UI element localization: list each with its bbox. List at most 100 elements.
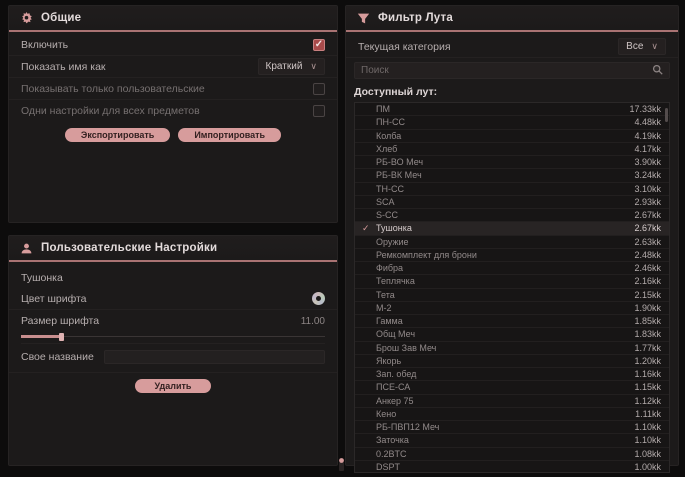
loot-list-item[interactable]: ✓ ТН-СС 3.10kk — [355, 183, 669, 196]
slider-fill — [21, 335, 61, 338]
selected-item-name: Тушонка — [9, 262, 337, 288]
loot-list-item[interactable]: ✓ Тета 2.15kk — [355, 289, 669, 302]
loot-list-item[interactable]: ✓ 0.2BTC 1.08kk — [355, 448, 669, 461]
loot-item-value: 1.77kk — [634, 343, 661, 353]
same-settings-checkbox[interactable] — [313, 105, 325, 117]
chevron-down-icon: ∨ — [651, 42, 658, 51]
show-name-row: Показать имя как Краткий ∨ — [9, 56, 337, 78]
funnel-icon — [356, 11, 370, 25]
loot-item-name: РБ-ВО Меч — [376, 157, 423, 167]
loot-item-value: 4.19kk — [634, 131, 661, 141]
loot-item-name: Брош Зав Меч — [376, 343, 436, 353]
loot-list-item[interactable]: ✓ Зап. обед 1.16kk — [355, 368, 669, 381]
slider-handle[interactable] — [59, 333, 64, 341]
loot-item-value: 2.15kk — [634, 290, 661, 300]
loot-list-item[interactable]: ✓ РБ-ВО Меч 3.90kk — [355, 156, 669, 169]
panel-general: Общие Включить ✓ Показать имя как Кратки… — [8, 5, 338, 223]
loot-list-item[interactable]: ✓ Брош Зав Меч 1.77kk — [355, 342, 669, 355]
export-button[interactable]: Экспортировать — [65, 128, 170, 142]
loot-item-name: S-CC — [376, 210, 398, 220]
enable-checkbox[interactable]: ✓ — [313, 39, 325, 51]
user-settings-title: Пользовательские Настройки — [41, 242, 217, 254]
font-size-value: 11.00 — [301, 316, 325, 327]
loot-item-value: 1.08kk — [634, 449, 661, 459]
loot-list-item[interactable]: ✓ ПСЕ-СА 1.15kk — [355, 381, 669, 394]
custom-name-row: Свое название — [9, 344, 337, 373]
loot-list-item[interactable]: ✓ Хлеб 4.17kk — [355, 143, 669, 156]
loot-list-item[interactable]: ✓ Фибра 2.46kk — [355, 262, 669, 275]
loot-list-item[interactable]: ✓ S-CC 2.67kk — [355, 209, 669, 222]
loot-list-item[interactable]: ✓ М-2 1.90kk — [355, 302, 669, 315]
loot-list-item[interactable]: ✓ Кено 1.11kk — [355, 408, 669, 421]
loot-item-name: Ремкомплект для брони — [376, 250, 477, 260]
loot-item-value: 1.16kk — [634, 369, 661, 379]
loot-item-value: 2.63kk — [634, 237, 661, 247]
same-settings-label: Одни настройки для всех предметов — [21, 105, 200, 117]
only-custom-checkbox[interactable] — [313, 83, 325, 95]
loot-item-name: ПН-СС — [376, 117, 405, 127]
check-icon: ✓ — [315, 40, 323, 50]
category-dropdown[interactable]: Все ∨ — [618, 38, 666, 55]
general-title: Общие — [41, 12, 81, 24]
loot-list-item[interactable]: ✓ Ремкомплект для брони 2.48kk — [355, 249, 669, 262]
loot-list-item[interactable]: ✓ Тушонка 2.67kk — [355, 222, 669, 235]
loot-list-item[interactable]: ✓ Якорь 1.20kk — [355, 355, 669, 368]
show-name-dropdown[interactable]: Краткий ∨ — [258, 58, 325, 75]
custom-name-input[interactable] — [104, 350, 325, 364]
loot-list-item[interactable]: ✓ ПМ 17.33kk — [355, 103, 669, 116]
loot-item-name: SCA — [376, 197, 395, 207]
category-row: Текущая категория Все ∨ — [346, 36, 678, 58]
loot-list-item[interactable]: ✓ РБ-ВК Меч 3.24kk — [355, 169, 669, 182]
general-rows: Включить ✓ Показать имя как Краткий ∨ По… — [9, 32, 337, 148]
search-input[interactable]: Поиск — [354, 62, 670, 79]
search-icon[interactable] — [652, 62, 663, 80]
font-size-slider[interactable] — [21, 332, 325, 344]
loot-item-value: 1.00kk — [634, 462, 661, 472]
loot-list-item[interactable]: ✓ Общ Меч 1.83kk — [355, 328, 669, 341]
loot-item-value: 1.85kk — [634, 316, 661, 326]
loot-list: ✓ ПМ 17.33kk ✓ ПН-СС 4.48kk ✓ Колба 4.19… — [354, 102, 670, 473]
loot-list-item[interactable]: ✓ Колба 4.19kk — [355, 130, 669, 143]
loot-item-name: Тета — [376, 290, 395, 300]
loot-list-item[interactable]: ✓ РБ-ПВП12 Меч 1.10kk — [355, 421, 669, 434]
loot-item-name: РБ-ПВП12 Меч — [376, 422, 439, 432]
font-size-label: Размер шрифта — [21, 315, 99, 327]
loot-list-item[interactable]: ✓ Оружие 2.63kk — [355, 236, 669, 249]
show-name-label: Показать имя как — [21, 61, 106, 73]
loot-item-name: М-2 — [376, 303, 392, 313]
cursor-icon — [336, 457, 347, 477]
loot-item-name: Кено — [376, 409, 396, 419]
loot-list-item[interactable]: ✓ SCA 2.93kk — [355, 196, 669, 209]
color-wheel-icon[interactable] — [312, 292, 325, 305]
loot-list-item[interactable]: ✓ DSPT 1.00kk — [355, 461, 669, 473]
check-icon: ✓ — [362, 223, 370, 234]
loot-list-item[interactable]: ✓ ПН-СС 4.48kk — [355, 116, 669, 129]
loot-rows: ✓ ПМ 17.33kk ✓ ПН-СС 4.48kk ✓ Колба 4.19… — [355, 103, 669, 473]
filter-title: Фильтр Лута — [378, 12, 453, 24]
loot-item-value: 17.33kk — [629, 104, 661, 114]
loot-item-name: Фибра — [376, 263, 403, 273]
delete-row: Удалить — [9, 373, 337, 397]
category-label: Текущая категория — [358, 41, 451, 53]
delete-button[interactable]: Удалить — [135, 379, 212, 393]
loot-item-name: Теплячка — [376, 276, 415, 286]
only-custom-label: Показывать только пользовательские — [21, 83, 205, 95]
loot-item-value: 3.10kk — [634, 184, 661, 194]
user-settings-header: Пользовательские Настройки — [9, 236, 337, 262]
same-settings-row: Одни настройки для всех предметов — [9, 100, 337, 122]
loot-item-name: Тушонка — [376, 223, 412, 233]
scrollbar[interactable] — [665, 108, 668, 122]
loot-list-item[interactable]: ✓ Гамма 1.85kk — [355, 315, 669, 328]
loot-item-value: 4.17kk — [634, 144, 661, 154]
loot-item-value: 1.15kk — [634, 382, 661, 392]
loot-list-item[interactable]: ✓ Анкер 75 1.12kk — [355, 395, 669, 408]
loot-item-name: DSPT — [376, 462, 400, 472]
search-placeholder: Поиск — [361, 65, 389, 76]
loot-list-item[interactable]: ✓ Заточка 1.10kk — [355, 434, 669, 447]
loot-item-value: 1.10kk — [634, 422, 661, 432]
chevron-down-icon: ∨ — [310, 62, 317, 71]
font-color-row: Цвет шрифта — [9, 288, 337, 310]
loot-list-item[interactable]: ✓ Теплячка 2.16kk — [355, 275, 669, 288]
only-custom-row: Показывать только пользовательские — [9, 78, 337, 100]
import-button[interactable]: Импортировать — [178, 128, 281, 142]
